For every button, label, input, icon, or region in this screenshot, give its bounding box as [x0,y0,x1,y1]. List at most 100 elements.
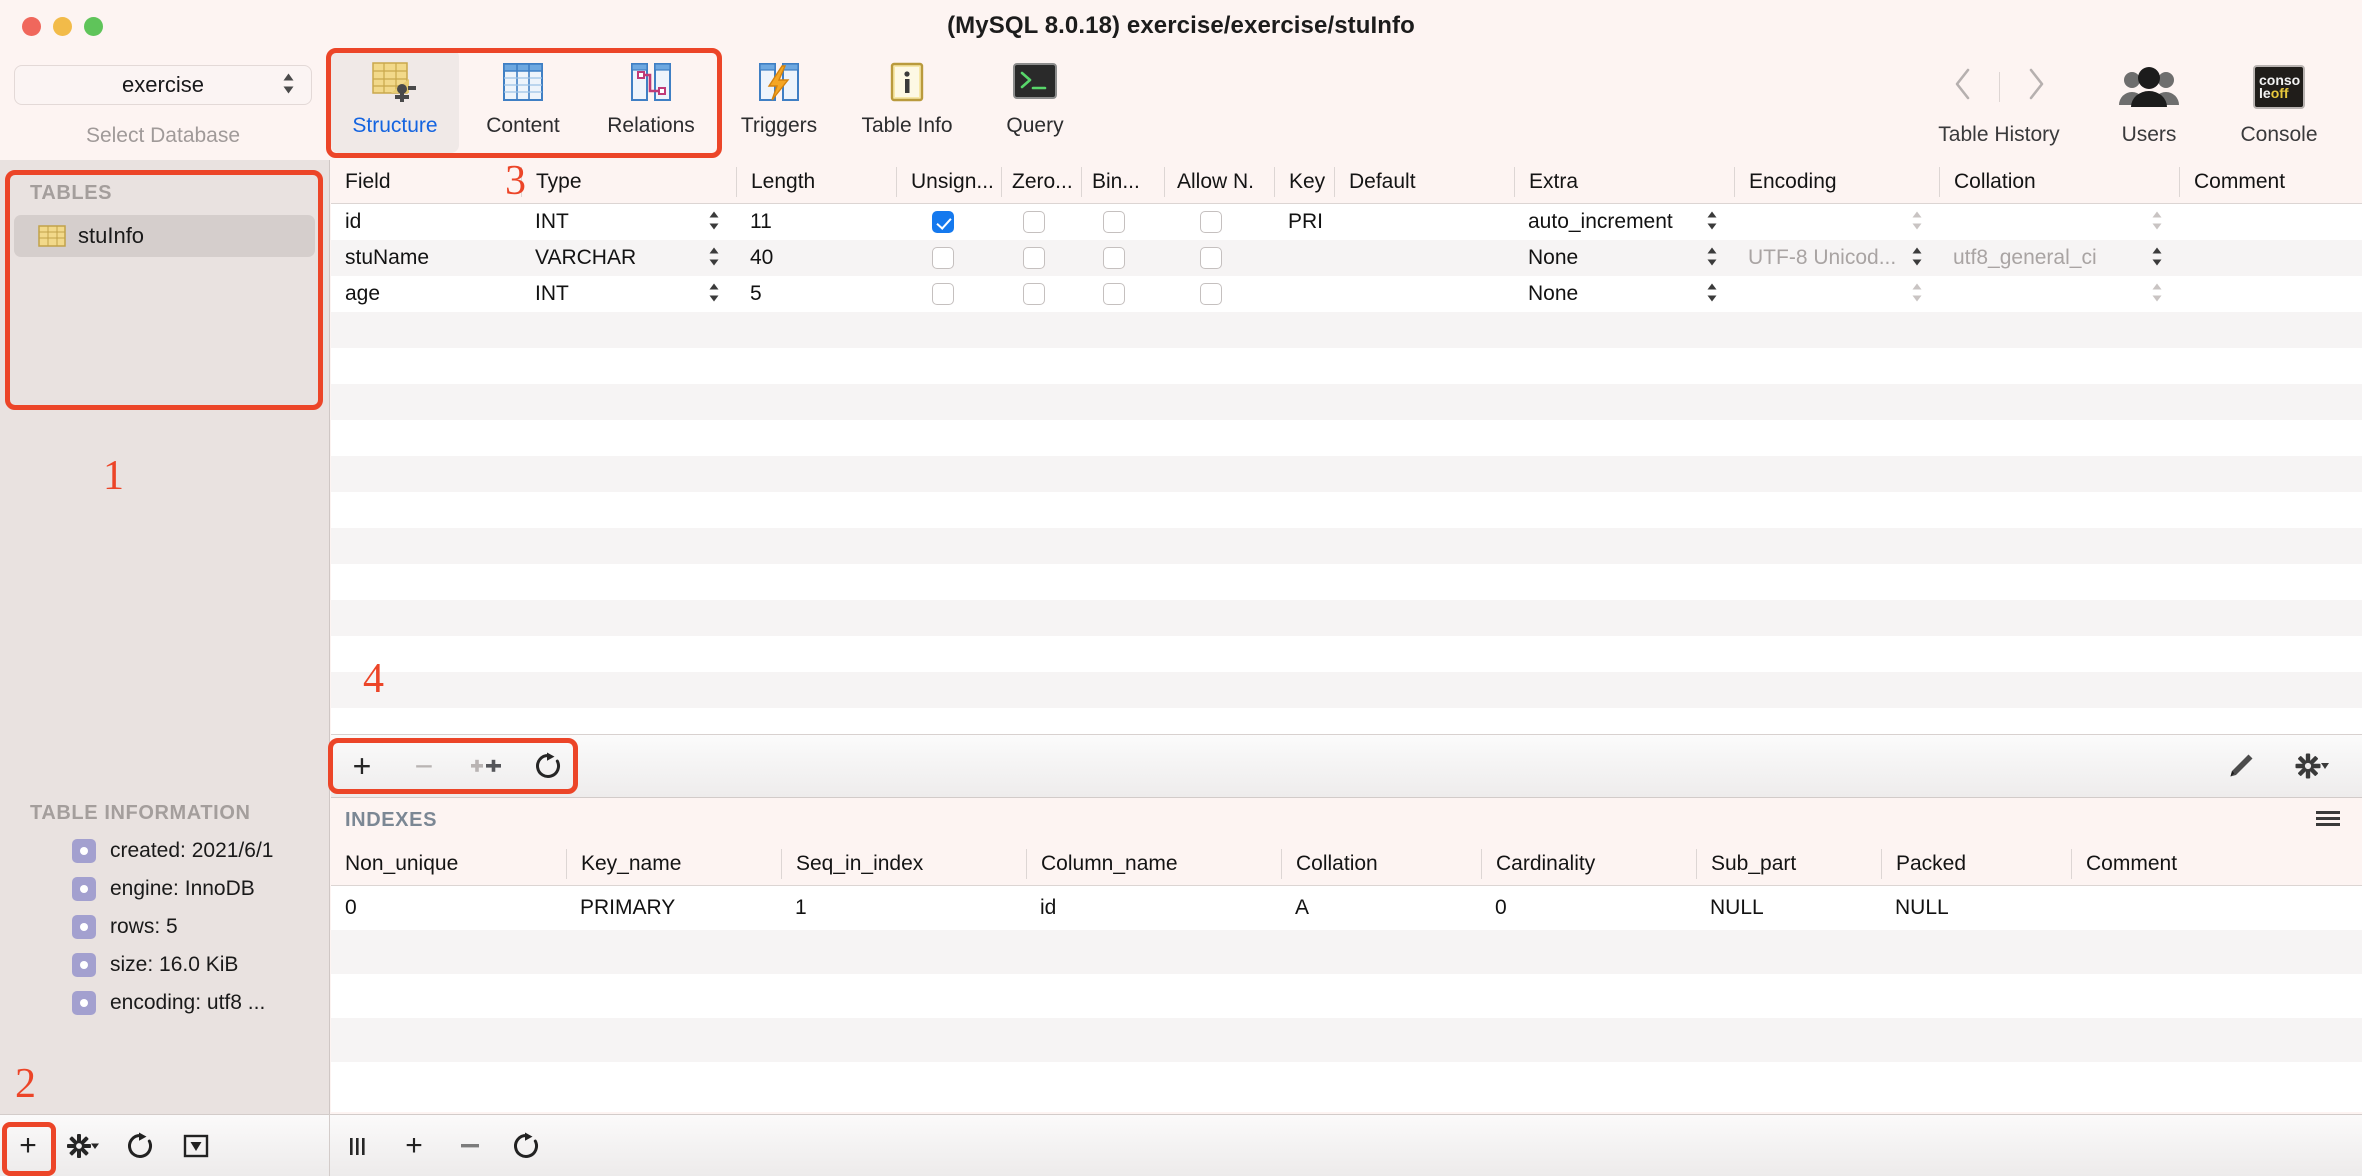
collation-stepper-icon[interactable] [2151,282,2163,307]
allow-null-checkbox[interactable] [1200,247,1222,269]
add-index-button[interactable]: + [386,1118,442,1174]
cell-extra[interactable]: None [1514,240,1734,276]
col-header-extra[interactable]: Extra [1514,166,1734,197]
binary-checkbox[interactable] [1103,283,1125,305]
cell-zerofill[interactable] [1001,204,1081,240]
cell-type[interactable]: INT [521,276,736,312]
cell-extra[interactable]: auto_increment [1514,204,1734,240]
cell-zerofill[interactable] [1001,240,1081,276]
col-header-unsigned[interactable]: Unsign... [896,166,1001,197]
col-header-field[interactable]: Field [331,167,521,197]
collation-stepper-icon[interactable] [2151,210,2163,235]
zerofill-checkbox[interactable] [1023,247,1045,269]
users-button[interactable]: Users [2084,55,2214,147]
type-stepper-icon[interactable] [708,210,720,235]
idx-col-comment[interactable]: Comment [2071,848,2271,879]
edit-field-button[interactable] [2210,735,2272,797]
idx-col-collation[interactable]: Collation [1281,848,1481,879]
col-header-zerofill[interactable]: Zero... [1001,166,1081,197]
table-row[interactable]: age INT 5 None [331,276,2362,312]
allow-null-checkbox[interactable] [1200,283,1222,305]
col-header-encoding[interactable]: Encoding [1734,166,1939,197]
col-header-collation[interactable]: Collation [1939,166,2179,197]
duplicate-field-button[interactable] [455,735,517,797]
allow-null-checkbox[interactable] [1200,211,1222,233]
index-row[interactable]: 0 PRIMARY 1 id A 0 NULL NULL [331,886,2362,930]
cell-extra[interactable]: None [1514,276,1734,312]
idx-col-non-unique[interactable]: Non_unique [331,849,566,879]
cell-allow-null[interactable] [1164,240,1274,276]
cell-length[interactable]: 11 [736,204,896,240]
zerofill-checkbox[interactable] [1023,283,1045,305]
encoding-stepper-icon[interactable] [1911,210,1923,235]
encoding-stepper-icon[interactable] [1911,246,1923,271]
indexes-menu-button[interactable] [2312,806,2362,835]
cell-default[interactable] [1334,276,1514,312]
type-stepper-icon[interactable] [708,246,720,271]
table-row[interactable]: stuName VARCHAR 40 None UTF-8 Unicod... … [331,240,2362,276]
unsigned-checkbox[interactable] [932,211,954,233]
tab-relations[interactable]: Relations [587,49,715,153]
cell-type[interactable]: INT [521,204,736,240]
unsigned-checkbox[interactable] [932,247,954,269]
col-header-default[interactable]: Default [1334,166,1514,197]
binary-checkbox[interactable] [1103,211,1125,233]
cell-type[interactable]: VARCHAR [521,240,736,276]
tab-content[interactable]: Content [459,49,587,153]
history-back-icon[interactable] [1953,67,1973,107]
table-options-button[interactable] [56,1118,112,1174]
binary-checkbox[interactable] [1103,247,1125,269]
refresh-tables-button[interactable] [112,1118,168,1174]
cell-binary[interactable] [1081,276,1164,312]
cell-allow-null[interactable] [1164,204,1274,240]
cell-encoding[interactable]: UTF-8 Unicod... [1734,240,1939,276]
idx-col-seq-in-index[interactable]: Seq_in_index [781,848,1026,879]
cell-encoding[interactable] [1734,204,1939,240]
cell-unsigned[interactable] [896,240,1001,276]
cell-length[interactable]: 40 [736,240,896,276]
tab-table-info[interactable]: Table Info [843,49,971,153]
collation-stepper-icon[interactable] [2151,246,2163,271]
remove-field-button[interactable]: − [393,735,455,797]
field-settings-button[interactable] [2282,735,2344,797]
filter-tables-button[interactable] [168,1118,224,1174]
col-header-length[interactable]: Length [736,166,896,197]
cell-comment[interactable] [2179,276,2359,312]
table-history-control[interactable]: Table History [1914,55,2084,147]
history-forward-icon[interactable] [2026,67,2046,107]
cell-default[interactable] [1334,240,1514,276]
console-button[interactable]: conso leoff Console [2214,55,2344,147]
cell-binary[interactable] [1081,204,1164,240]
cell-comment[interactable] [2179,204,2359,240]
type-stepper-icon[interactable] [708,282,720,307]
tab-structure[interactable]: Structure [331,49,459,153]
cell-encoding[interactable] [1734,276,1939,312]
extra-stepper-icon[interactable] [1706,282,1718,307]
cell-collation[interactable] [1939,276,2179,312]
idx-col-packed[interactable]: Packed [1881,848,2071,879]
idx-col-column-name[interactable]: Column_name [1026,848,1281,879]
cell-unsigned[interactable] [896,276,1001,312]
tab-query[interactable]: Query [971,49,1099,153]
cell-length[interactable]: 5 [736,276,896,312]
add-field-button[interactable]: + [331,735,393,797]
idx-col-key-name[interactable]: Key_name [566,848,781,879]
extra-stepper-icon[interactable] [1706,210,1718,235]
col-header-allow-null[interactable]: Allow N. [1164,166,1274,197]
cell-zerofill[interactable] [1001,276,1081,312]
idx-col-cardinality[interactable]: Cardinality [1481,848,1696,879]
refresh-indexes-button[interactable] [498,1118,554,1174]
remove-index-button[interactable] [442,1118,498,1174]
col-header-binary[interactable]: Bin... [1081,166,1164,197]
extra-stepper-icon[interactable] [1706,246,1718,271]
refresh-fields-button[interactable] [517,735,579,797]
unsigned-checkbox[interactable] [932,283,954,305]
col-header-type[interactable]: Type [521,166,736,197]
cell-default[interactable] [1334,204,1514,240]
cell-field[interactable]: age [331,276,521,312]
encoding-stepper-icon[interactable] [1911,282,1923,307]
idx-col-sub-part[interactable]: Sub_part [1696,848,1881,879]
panel-toggle-button[interactable] [330,1118,386,1174]
cell-field[interactable]: id [331,204,521,240]
cell-binary[interactable] [1081,240,1164,276]
